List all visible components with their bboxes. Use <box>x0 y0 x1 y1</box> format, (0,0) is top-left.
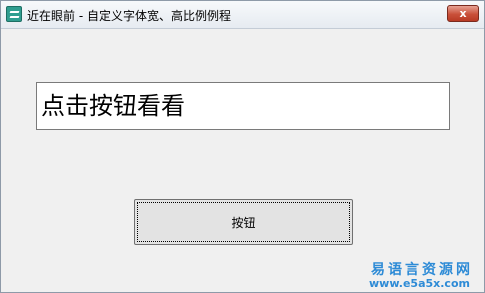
app-icon <box>6 6 22 22</box>
display-text-box: 点击按钮看看 <box>36 82 450 130</box>
title-bar[interactable]: 近在眼前 - 自定义字体宽、高比例例程 x <box>1 1 484 29</box>
app-window: 近在眼前 - 自定义字体宽、高比例例程 x 点击按钮看看 按钮 易语言资源网 w… <box>0 0 485 293</box>
window-title: 近在眼前 - 自定义字体宽、高比例例程 <box>27 9 231 23</box>
watermark-url: www.e5a5x.com <box>369 277 470 290</box>
close-button[interactable]: x <box>447 5 479 22</box>
focus-rectangle <box>137 202 350 242</box>
watermark-site-name: 易语言资源网 <box>371 262 473 278</box>
action-button[interactable]: 按钮 <box>134 199 353 245</box>
